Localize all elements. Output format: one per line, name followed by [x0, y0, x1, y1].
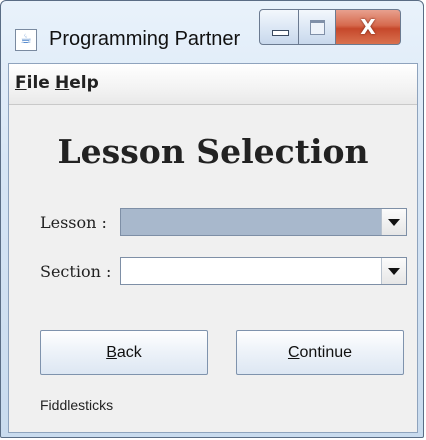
- back-button-mnemonic: B: [106, 344, 117, 361]
- menu-help-mnemonic: H: [55, 73, 70, 93]
- section-dropdown[interactable]: [120, 257, 407, 285]
- content-panel: File Help Lesson Selection Lesson : Sect…: [8, 63, 418, 433]
- continue-button-label: ontinue: [299, 344, 353, 361]
- minimize-button[interactable]: [259, 9, 299, 45]
- section-label: Section :: [40, 262, 112, 281]
- menu-file-label: ile: [26, 73, 50, 93]
- continue-button[interactable]: Continue: [236, 330, 404, 375]
- close-icon: X: [360, 15, 376, 39]
- status-label: Fiddlesticks: [40, 397, 114, 413]
- lesson-dropdown-arrow[interactable]: [381, 209, 406, 235]
- menu-help[interactable]: Help: [55, 73, 99, 93]
- java-cup-icon[interactable]: ☕: [15, 29, 37, 51]
- maximize-button[interactable]: [299, 9, 336, 45]
- back-button[interactable]: Back: [40, 330, 208, 375]
- section-dropdown-arrow[interactable]: [381, 258, 406, 284]
- lesson-dropdown[interactable]: [120, 208, 407, 236]
- continue-button-mnemonic: C: [287, 344, 300, 361]
- chevron-down-icon: [388, 268, 400, 275]
- lesson-label: Lesson :: [40, 213, 107, 232]
- menu-bar: File Help: [9, 64, 417, 105]
- close-button[interactable]: X: [336, 9, 401, 45]
- menu-file-mnemonic: F: [15, 73, 27, 93]
- menu-file[interactable]: File: [15, 73, 50, 93]
- window-title: Programming Partner: [49, 28, 241, 50]
- maximize-icon: [310, 20, 325, 35]
- back-button-label: ack: [116, 344, 142, 361]
- chevron-down-icon: [388, 219, 400, 226]
- app-window: ☕ Programming Partner X File Help Lesson…: [0, 0, 424, 438]
- title-bar[interactable]: ☕ Programming Partner X: [1, 1, 423, 63]
- page-title: Lesson Selection: [57, 132, 369, 171]
- minimize-icon: [272, 30, 289, 36]
- menu-help-label: elp: [69, 73, 99, 93]
